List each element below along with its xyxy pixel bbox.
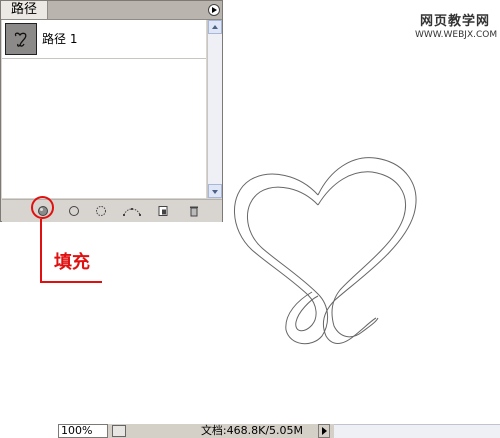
status-bar: 100% 文档:468.8K/5.05M xyxy=(58,424,500,438)
tab-paths[interactable]: 路径 xyxy=(1,1,49,19)
paths-panel: 路径 路径 1 xyxy=(0,0,223,222)
make-work-path-icon[interactable] xyxy=(122,205,142,217)
watermark-url: WWW.WEBJX.COM xyxy=(415,30,498,40)
status-menu-arrow-icon[interactable] xyxy=(318,424,330,438)
paths-scrollbar[interactable] xyxy=(207,20,222,198)
status-preview-icon[interactable] xyxy=(112,425,126,437)
annotation-circle xyxy=(31,196,54,219)
path-item-label: 路径 1 xyxy=(42,32,78,46)
path-thumbnail xyxy=(5,23,37,55)
horizontal-scrollbar[interactable] xyxy=(334,424,500,438)
watermark-title: 网页教学网 xyxy=(419,14,490,29)
annotation-line-horizontal xyxy=(40,281,102,283)
delete-path-icon[interactable] xyxy=(188,205,200,217)
panel-menu-icon[interactable] xyxy=(208,4,220,16)
heart-thumbnail-icon xyxy=(14,32,27,47)
scroll-down-icon[interactable] xyxy=(208,184,222,198)
scroll-up-icon[interactable] xyxy=(208,20,222,34)
annotation-line-vertical xyxy=(40,219,42,283)
load-selection-icon[interactable] xyxy=(95,205,107,217)
panel-tab-strip: 路径 xyxy=(1,1,222,20)
watermark: 网页教学网 WWW.WEBJX.COM xyxy=(415,10,498,40)
stroke-path-icon[interactable] xyxy=(68,205,80,217)
new-path-icon[interactable] xyxy=(157,205,169,217)
annotation-label: 填充 xyxy=(54,252,90,273)
zoom-level-field[interactable]: 100% xyxy=(58,424,108,438)
path-item[interactable]: 路径 1 xyxy=(2,20,206,59)
paths-list: 路径 1 xyxy=(2,20,206,198)
